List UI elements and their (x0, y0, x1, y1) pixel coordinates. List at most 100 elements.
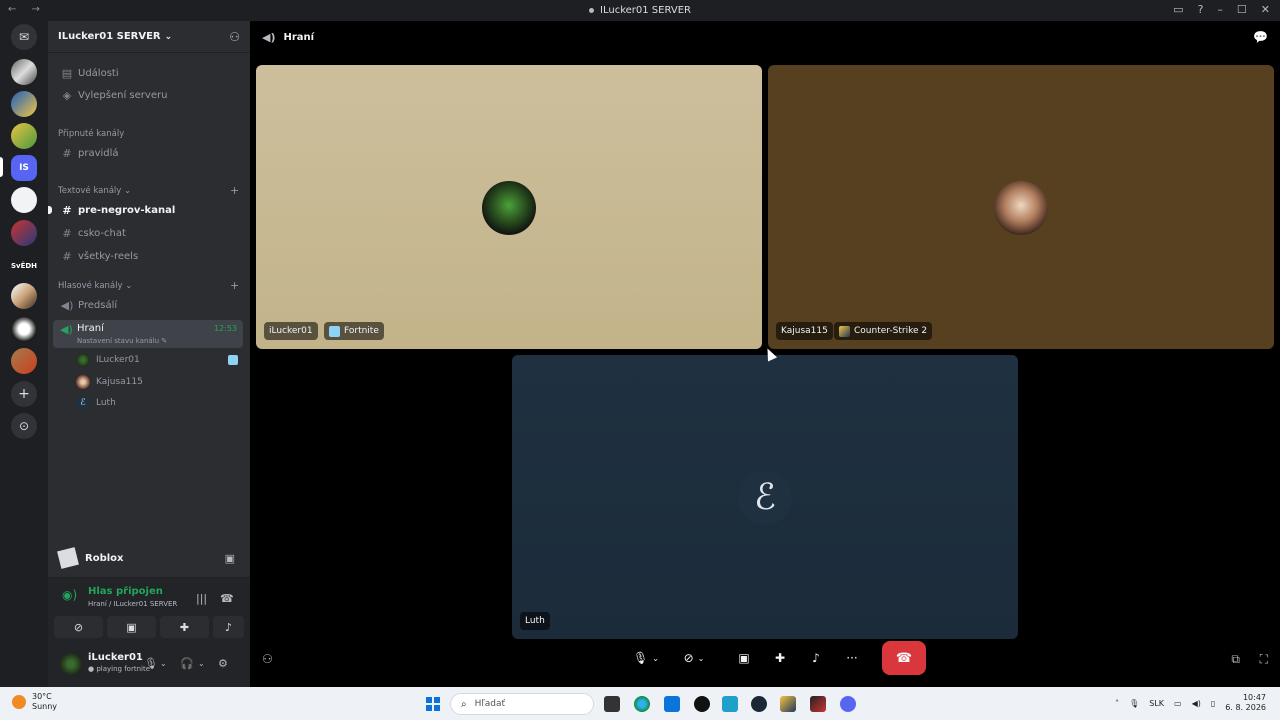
minimize-button[interactable]: – (1217, 3, 1223, 16)
taskbar-search[interactable]: ⌕ Hľadať (450, 693, 594, 715)
weather-widget[interactable]: 30°C Sunny (12, 692, 57, 712)
channel-label: pravidlá (78, 147, 119, 159)
server-name: ILucker01 SERVER (58, 31, 161, 42)
voice-user-kajusa115[interactable]: Kajusa115 (76, 373, 143, 391)
screen-share-button[interactable]: ▣ (730, 644, 758, 672)
store-icon[interactable] (664, 696, 680, 712)
roblox-icon (57, 547, 79, 569)
discord-home-icon[interactable]: ✉ (11, 24, 37, 50)
server-icon-9[interactable] (11, 316, 37, 342)
channel-status[interactable]: Nastavení stavu kanálu ✎ (77, 337, 167, 345)
clock[interactable]: 10:47 6. 8. 2026 (1225, 693, 1266, 713)
channel-predsali[interactable]: ◀) Predsálí (53, 295, 243, 315)
invite-to-call-icon[interactable]: ⚇ (262, 652, 273, 666)
headphones-icon[interactable]: 🎧 (180, 657, 194, 670)
sidebar-item-events[interactable]: ▤ Události (53, 63, 243, 83)
close-button[interactable]: ✕ (1261, 3, 1270, 16)
mic-chevron-down-icon[interactable]: ⌄ (160, 659, 167, 668)
chevron-down-icon[interactable]: ⌄ (698, 654, 705, 663)
network-icon[interactable]: ▭ (1174, 699, 1182, 708)
add-server-icon[interactable]: + (11, 381, 37, 407)
user-avatar[interactable] (60, 653, 82, 675)
soundboard-button[interactable]: ♪ (213, 616, 244, 638)
screen-share-button[interactable]: ▣ (107, 616, 156, 638)
counter-strike-icon (839, 325, 850, 337)
disconnect-icon[interactable]: ☎ (220, 592, 234, 605)
channel-hrani-active[interactable]: ◀) Hraní Nastavení stavu kanálu ✎ 12:53 (53, 320, 243, 348)
help-icon[interactable]: ? (1198, 3, 1204, 16)
server-icon-6[interactable] (11, 220, 37, 246)
hash-icon: # (62, 146, 72, 160)
discover-icon[interactable]: ⊙ (11, 413, 37, 439)
weather-desc: Sunny (32, 702, 58, 711)
server-icon-ilucker[interactable]: IS (11, 155, 37, 181)
obs-icon[interactable] (694, 696, 710, 712)
server-icon-1[interactable] (11, 59, 37, 85)
channel-pravidla[interactable]: # pravidlá (53, 143, 243, 163)
chevron-up-icon[interactable]: ˄ (1115, 699, 1119, 708)
mute-button[interactable]: 🎙 ⌄ (626, 644, 666, 672)
add-channel-icon[interactable]: + (230, 184, 239, 197)
maximize-button[interactable]: ☐ (1237, 3, 1247, 16)
voice-user-ilucker01[interactable]: ILucker01 (76, 351, 238, 369)
activities-button[interactable]: ✚ (160, 616, 209, 638)
video-tile-kajusa115[interactable]: Kajusa115 Counter-Strike 2 (768, 65, 1274, 349)
soundboard-button[interactable]: ♪ (802, 644, 830, 672)
category-pinned[interactable]: Připnuté kanály (58, 129, 124, 139)
server-header[interactable]: ILucker01 SERVER ⌄ ⚇ (48, 21, 250, 53)
video-tile-luth[interactable]: ℰ Luth (512, 355, 1018, 639)
chat-bubble-icon[interactable]: 💬 (1253, 30, 1268, 44)
fortnite-app-icon[interactable] (722, 696, 738, 712)
voice-connected-label[interactable]: Hlas připojen (88, 586, 163, 597)
user-name[interactable]: iLucker01 (88, 652, 143, 663)
server-icon-3[interactable] (11, 123, 37, 149)
fullscreen-icon[interactable]: ⛶ (1260, 652, 1268, 667)
channel-sidebar: ILucker01 SERVER ⌄ ⚇ ▤ Události ◈ Vylepšen… (48, 21, 250, 687)
app-icon[interactable] (810, 696, 826, 712)
headphones-chevron-down-icon[interactable]: ⌄ (198, 659, 205, 668)
server-icon-8[interactable] (11, 283, 37, 309)
voice-user-luth[interactable]: ℰ Luth (76, 394, 116, 412)
steam-icon[interactable] (751, 696, 767, 712)
language-indicator[interactable]: SLK (1149, 699, 1164, 708)
chevron-down-icon[interactable]: ⌄ (652, 654, 659, 663)
settings-gear-icon[interactable]: ⚙ (218, 657, 228, 670)
user-avatar (482, 181, 536, 235)
server-icon-2[interactable] (11, 91, 37, 117)
stream-game-icon[interactable]: ▣ (225, 552, 235, 565)
counter-strike-app-icon[interactable] (780, 696, 796, 712)
discord-taskbar-icon[interactable] (840, 696, 856, 712)
category-text[interactable]: Textové kanály ⌄ + (58, 184, 239, 197)
server-icon-10[interactable] (11, 348, 37, 374)
video-tile-ilucker01[interactable]: iLucker01 Fortnite (256, 65, 762, 349)
windows-start-icon[interactable] (426, 697, 440, 711)
microphone-icon[interactable]: 🎙 (144, 657, 158, 670)
server-icon-5[interactable] (11, 187, 37, 213)
user-status: ● playing fortnite (88, 665, 151, 673)
activities-button[interactable]: ✚ (766, 644, 794, 672)
channel-csko-chat[interactable]: # csko-chat (53, 223, 243, 243)
edge-icon[interactable] (634, 696, 650, 712)
add-channel-icon[interactable]: + (230, 279, 239, 292)
category-voice[interactable]: Hlasové kanály ⌄ + (58, 279, 239, 292)
battery-icon[interactable]: ▯ (1211, 699, 1215, 708)
end-call-button[interactable]: ☎ (882, 641, 926, 675)
signal-icon[interactable]: ◉) (62, 588, 77, 602)
camera-off-button[interactable]: ⊘ (54, 616, 103, 638)
category-label: Hlasové kanály (58, 281, 123, 291)
channel-vsetky-reels[interactable]: # všetky-reels (53, 246, 243, 266)
microphone-tray-icon[interactable]: 🎙 (1129, 699, 1139, 708)
more-options-button[interactable]: ··· (838, 644, 866, 672)
volume-icon[interactable]: ◀) (1192, 699, 1201, 708)
call-controls: 🎙 ⌄ ⊘ ⌄ ▣ ✚ ♪ ··· ☎ (626, 641, 926, 675)
popout-icon[interactable]: ⧉ (1231, 652, 1240, 667)
channel-pre-negrov-kanal[interactable]: # pre-negrov-kanal (53, 200, 243, 220)
inbox-icon[interactable]: ▭ (1173, 3, 1183, 16)
task-view-icon[interactable] (604, 696, 620, 712)
camera-button[interactable]: ⊘ ⌄ (674, 644, 714, 672)
server-label-svedh[interactable]: SvĚDH (9, 253, 39, 279)
add-member-icon[interactable]: ⚇ (229, 30, 240, 44)
sidebar-item-boost[interactable]: ◈ Vylepšení serveru (53, 85, 243, 105)
noise-suppression-icon[interactable]: ||| (196, 592, 207, 605)
activity-panel[interactable]: Roblox ▣ (53, 543, 243, 573)
